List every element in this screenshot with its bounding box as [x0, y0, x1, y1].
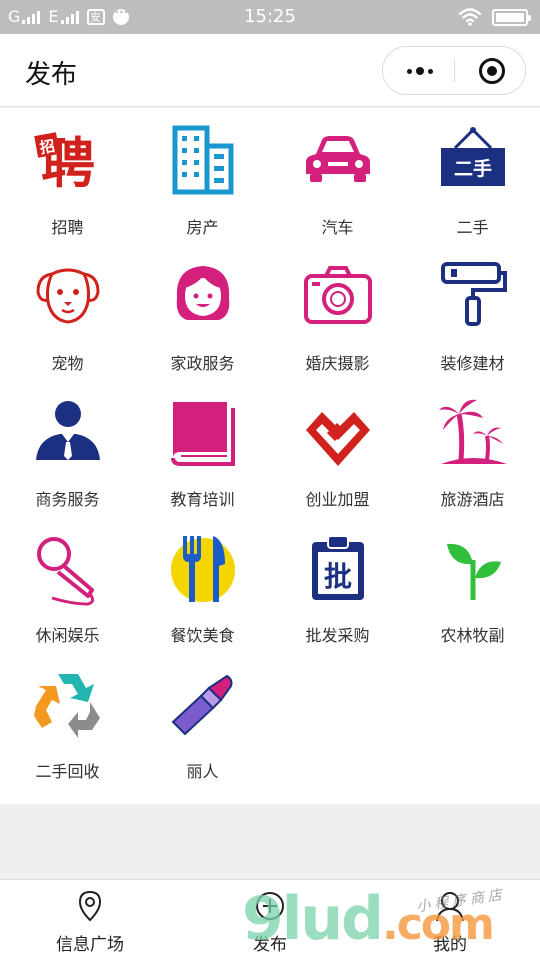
- category-label: 旅游酒店: [440, 490, 505, 509]
- category-label: 招聘: [51, 218, 84, 237]
- fork-knife-icon: [167, 530, 239, 606]
- car-icon: [302, 122, 374, 198]
- dog-icon: [32, 258, 104, 334]
- category-beauty[interactable]: 丽人: [135, 652, 270, 788]
- navigation-bar: 发布: [0, 34, 540, 107]
- location-pin-icon: [78, 890, 102, 922]
- category-pet[interactable]: 宠物: [0, 244, 135, 380]
- category-label: 商务服务: [35, 490, 100, 509]
- category-travel[interactable]: 旅游酒店: [405, 380, 540, 516]
- category-food[interactable]: 餐饮美食: [135, 516, 270, 652]
- category-agriculture[interactable]: 农林牧副: [405, 516, 540, 652]
- category-label: 批发采购: [305, 626, 370, 645]
- page-title: 发布: [25, 60, 78, 90]
- tab-info-square[interactable]: 信息广场: [0, 880, 180, 960]
- lipstick-icon: [167, 666, 239, 742]
- book-icon: [167, 394, 239, 470]
- tab-label: 发布: [253, 935, 287, 955]
- category-realestate[interactable]: 房产: [135, 108, 270, 244]
- plus-icon: [256, 892, 284, 920]
- tab-label: 我的: [433, 935, 467, 955]
- tab-label: 信息广场: [56, 935, 124, 955]
- handshake-icon: [302, 394, 374, 470]
- sprout-icon: [437, 530, 509, 606]
- category-car[interactable]: 汽车: [270, 108, 405, 244]
- wifi-icon: [458, 8, 482, 26]
- building-icon: [167, 122, 239, 198]
- category-label: 休闲娱乐: [35, 626, 100, 645]
- category-leisure[interactable]: 休闲娱乐: [0, 516, 135, 652]
- category-secondhand[interactable]: 二手 二手: [405, 108, 540, 244]
- microphone-icon: [32, 530, 104, 606]
- category-label: 汽车: [321, 218, 354, 237]
- category-housekeeping[interactable]: 家政服务: [135, 244, 270, 380]
- category-wholesale[interactable]: 批 批发采购: [270, 516, 405, 652]
- category-decoration[interactable]: 装修建材: [405, 244, 540, 380]
- category-label: 二手: [456, 218, 489, 237]
- category-label: 家政服务: [170, 354, 235, 373]
- svg-text:招: 招: [38, 137, 56, 157]
- palm-tree-icon: [437, 394, 509, 470]
- category-label: 创业加盟: [305, 490, 370, 509]
- tab-publish[interactable]: 发布: [180, 880, 360, 960]
- category-business[interactable]: 商务服务: [0, 380, 135, 516]
- more-menu-icon[interactable]: [403, 61, 437, 81]
- paint-roller-icon: [437, 258, 509, 334]
- category-grid: 聘 招 招聘 房产 汽车 二手 二手 宠物 家政服务 婚庆摄影 装修建材 商务服…: [0, 108, 540, 804]
- recruit-icon: 聘 招: [32, 122, 104, 198]
- category-label: 餐饮美食: [170, 626, 235, 645]
- capsule-divider: [454, 60, 455, 82]
- recycle-icon: [32, 666, 104, 742]
- category-label: 农林牧副: [440, 626, 505, 645]
- tab-bar: 信息广场 发布 我的: [0, 879, 540, 960]
- camera-icon: [302, 258, 374, 334]
- battery-icon: [492, 8, 531, 26]
- secondhand-sign-icon: 二手: [437, 122, 509, 198]
- category-label: 婚庆摄影: [305, 354, 370, 373]
- housekeeper-icon: [167, 258, 239, 334]
- category-label: 装修建材: [440, 354, 505, 373]
- category-recruit[interactable]: 聘 招 招聘: [0, 108, 135, 244]
- svg-text:批: 批: [324, 560, 352, 593]
- category-label: 二手回收: [35, 762, 100, 781]
- close-target-icon[interactable]: [479, 58, 505, 84]
- status-right: [458, 8, 531, 26]
- status-bar: G E 安 15:25: [0, 0, 540, 34]
- category-label: 教育培训: [170, 490, 235, 509]
- category-label: 宠物: [51, 354, 84, 373]
- category-label: 房产: [186, 218, 219, 237]
- category-recycling[interactable]: 二手回收: [0, 652, 135, 788]
- svg-text:二手: 二手: [454, 157, 492, 180]
- category-education[interactable]: 教育培训: [135, 380, 270, 516]
- user-icon: [436, 892, 464, 922]
- business-person-icon: [32, 394, 104, 470]
- mini-program-capsule: [382, 46, 526, 95]
- wholesale-clipboard-icon: 批: [302, 530, 374, 606]
- category-label: 丽人: [186, 762, 219, 781]
- tab-mine[interactable]: 我的: [360, 880, 540, 960]
- category-franchise[interactable]: 创业加盟: [270, 380, 405, 516]
- category-wedding[interactable]: 婚庆摄影: [270, 244, 405, 380]
